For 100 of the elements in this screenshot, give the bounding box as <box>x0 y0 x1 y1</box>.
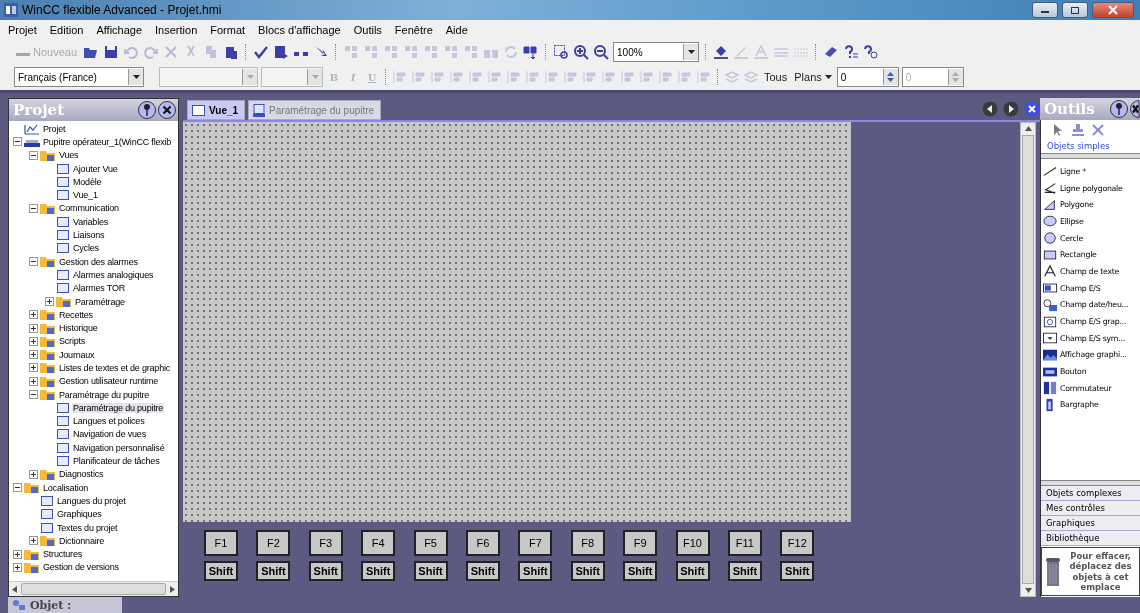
zoom-area-icon[interactable] <box>553 44 570 60</box>
tree-item[interactable]: Planificateur de tâches <box>72 456 161 467</box>
shift-key[interactable]: Shift <box>413 561 448 581</box>
tree-item[interactable]: Modèle <box>72 176 103 187</box>
tree-item[interactable]: Graphiques <box>56 509 103 520</box>
menu-item[interactable]: Format <box>210 24 246 36</box>
function-key[interactable]: F5 <box>413 530 448 556</box>
minimize-button[interactable] <box>1032 2 1058 18</box>
section-header[interactable]: Bibliothèque <box>1041 531 1140 547</box>
tree-item[interactable]: Gestion utilisateur runtime <box>58 376 160 387</box>
next-icon[interactable] <box>1003 101 1019 117</box>
tree-item[interactable]: Langues et polices <box>72 416 146 427</box>
expander-icon[interactable] <box>29 310 38 320</box>
section-header[interactable]: Graphiques <box>1041 516 1140 532</box>
tree-item[interactable]: Scripts <box>58 336 87 347</box>
expander-icon[interactable] <box>29 376 38 386</box>
section-header[interactable]: Mes contrôles <box>1041 501 1140 517</box>
fill-bucket-icon[interactable] <box>713 44 730 60</box>
scroll-right-icon[interactable] <box>169 585 175 593</box>
shift-key[interactable]: Shift <box>675 561 710 581</box>
tree-item[interactable]: Variables <box>72 216 110 227</box>
expander-icon[interactable] <box>29 363 38 373</box>
close-icon[interactable] <box>158 101 176 119</box>
menu-item[interactable]: Fenêtre <box>394 24 433 36</box>
shift-key[interactable]: Shift <box>727 561 762 581</box>
function-key[interactable]: F12 <box>780 530 815 556</box>
pin-icon[interactable] <box>1110 100 1128 118</box>
tree-item[interactable]: Dictionnaire <box>58 535 106 546</box>
tree-item[interactable]: Langues du projet <box>56 495 127 506</box>
tree-item[interactable]: Pupitre opérateur_1(WinCC flexib <box>42 136 173 147</box>
zoom-in-icon[interactable] <box>573 44 590 60</box>
tools-icon[interactable] <box>1091 123 1105 137</box>
language-dropdown[interactable]: Français (France) <box>14 67 144 87</box>
shift-key[interactable]: Shift <box>623 561 658 581</box>
save-icon[interactable] <box>103 44 120 60</box>
function-key[interactable]: F1 <box>204 530 238 556</box>
tree-item[interactable]: Paramétrage du pupitre <box>72 402 165 413</box>
tree-item[interactable]: Communication <box>58 203 120 214</box>
expander-icon[interactable] <box>29 536 38 546</box>
shift-key[interactable]: Shift <box>780 561 815 581</box>
expander-icon[interactable] <box>29 336 38 346</box>
font-color-icon[interactable] <box>753 44 770 60</box>
help-search-icon[interactable] <box>863 44 880 60</box>
tree-item[interactable]: Vue_1 <box>72 190 99 201</box>
shift-key[interactable]: Shift <box>204 561 238 581</box>
tree-item[interactable]: Journaux <box>58 349 96 360</box>
horizontal-scrollbar[interactable] <box>9 581 178 596</box>
function-key[interactable]: F9 <box>623 530 658 556</box>
tree-item[interactable]: Navigation personnalisé <box>72 442 166 453</box>
function-key[interactable]: F3 <box>308 530 343 556</box>
expander-icon[interactable] <box>29 390 38 400</box>
status-tab[interactable]: Objet : <box>8 597 122 613</box>
shift-key[interactable]: Shift <box>465 561 500 581</box>
expander-icon[interactable] <box>13 562 22 572</box>
function-key[interactable]: F10 <box>675 530 710 556</box>
shift-key[interactable]: Shift <box>256 561 291 581</box>
tree-item[interactable]: Cycles <box>72 243 100 254</box>
scroll-up-icon[interactable] <box>1024 126 1032 131</box>
expander-icon[interactable] <box>13 549 22 559</box>
tree-item[interactable]: Alarmes TOR <box>72 283 126 294</box>
section-header[interactable]: Objets simples <box>1041 139 1140 153</box>
expander-icon[interactable] <box>29 350 38 360</box>
paste-icon[interactable] <box>223 44 240 60</box>
scroll-left-icon[interactable] <box>12 585 18 593</box>
expander-icon[interactable] <box>13 483 22 493</box>
menu-item[interactable]: Aide <box>445 24 468 36</box>
tree-item[interactable]: Textes du projet <box>56 522 119 533</box>
shift-key[interactable]: Shift <box>570 561 605 581</box>
maximize-button[interactable] <box>1062 2 1088 18</box>
tree-item[interactable]: Paramétrage du pupitre <box>58 389 151 400</box>
menu-item[interactable]: Blocs d'affichage <box>258 24 341 36</box>
function-key[interactable]: F8 <box>570 530 605 556</box>
tree-item[interactable]: Navigation de vues <box>72 429 147 440</box>
tree-item[interactable]: Liaisons <box>72 230 106 240</box>
expander-icon[interactable] <box>29 469 38 479</box>
menu-item[interactable]: Outils <box>353 24 382 36</box>
tree-item[interactable]: Diagnostics <box>58 469 105 480</box>
tree-item[interactable]: Recettes <box>58 309 94 320</box>
function-key[interactable]: F6 <box>465 530 500 556</box>
menu-item[interactable]: Insertion <box>155 24 198 36</box>
tree-item[interactable]: Ajouter Vue <box>72 163 119 174</box>
zoom-dropdown[interactable]: 100% <box>613 42 700 62</box>
menu-item[interactable]: Edition <box>49 24 84 36</box>
expander-icon[interactable] <box>45 297 54 306</box>
all-layers-button[interactable]: Tous <box>762 71 790 83</box>
close-icon[interactable] <box>1024 101 1040 117</box>
tree-item[interactable]: Structures <box>42 549 83 560</box>
pin-icon[interactable] <box>138 101 156 119</box>
close-button[interactable] <box>1092 2 1134 18</box>
tree-item[interactable]: Paramétrage <box>74 296 126 307</box>
expander-icon[interactable] <box>13 137 22 147</box>
zoom-out-icon[interactable] <box>593 44 610 60</box>
tree-item[interactable]: Listes de textes et de graphic <box>58 363 172 373</box>
check-icon[interactable] <box>253 44 270 60</box>
stamp-icon[interactable] <box>1071 123 1085 137</box>
layers-dropdown[interactable]: Plans <box>792 71 834 83</box>
section-header[interactable]: Objets complexes <box>1041 486 1140 502</box>
function-key[interactable]: F4 <box>361 530 396 556</box>
menu-item[interactable]: Projet <box>8 24 37 36</box>
tree-item[interactable]: Localisation <box>42 482 90 493</box>
